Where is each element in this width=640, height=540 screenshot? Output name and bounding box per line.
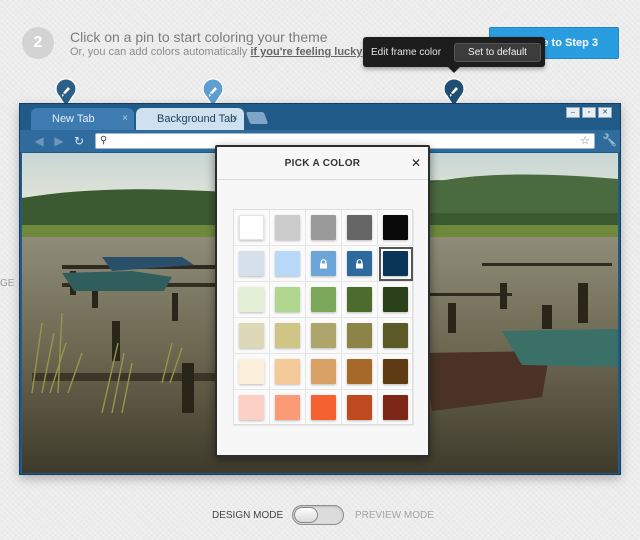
color-swatch-cell[interactable]: [306, 390, 342, 426]
color-swatch-cell[interactable]: [306, 354, 342, 390]
color-swatch-cell[interactable]: [378, 210, 414, 246]
tab-new-tab[interactable]: New Tab ×: [31, 108, 134, 130]
color-swatch-cell[interactable]: [234, 318, 270, 354]
design-mode-label: DESIGN MODE: [212, 510, 284, 521]
feeling-lucky-link[interactable]: if you're feeling lucky: [250, 46, 362, 58]
minimize-icon[interactable]: –: [566, 107, 580, 118]
mode-toggle-switch[interactable]: [292, 505, 344, 525]
color-swatch: [347, 251, 372, 276]
tab-label: New Tab: [52, 113, 95, 125]
set-to-default-button[interactable]: Set to default: [454, 42, 541, 62]
tab-label: Background Tab: [157, 113, 237, 125]
color-swatch: [383, 359, 408, 384]
color-swatch: [239, 251, 264, 276]
tooltip-label: Edit frame color: [371, 46, 442, 58]
color-swatch: [239, 359, 264, 384]
new-tab-button[interactable]: [245, 112, 269, 124]
color-swatch: [347, 215, 372, 240]
color-swatch-cell[interactable]: [342, 318, 378, 354]
close-icon[interactable]: ✕: [411, 156, 421, 170]
color-swatch: [311, 215, 336, 240]
lock-icon: [356, 258, 363, 268]
color-swatch: [275, 359, 300, 384]
color-swatch-cell[interactable]: [234, 246, 270, 282]
color-swatch: [239, 215, 264, 240]
color-swatch: [239, 395, 264, 420]
color-swatch: [347, 287, 372, 312]
color-swatch: [275, 323, 300, 348]
subtitle-prefix: Or, you can add colors automatically: [70, 46, 251, 58]
color-swatch-cell[interactable]: [342, 210, 378, 246]
color-swatch-cell[interactable]: [378, 318, 414, 354]
color-swatch: [275, 395, 300, 420]
search-icon: ⚲: [100, 135, 108, 146]
step-subtitle: Or, you can add colors automatically if …: [70, 46, 362, 58]
color-swatch: [383, 287, 408, 312]
color-swatch-cell[interactable]: [306, 318, 342, 354]
maximize-icon[interactable]: ▫: [582, 107, 596, 118]
color-swatch: [275, 251, 300, 276]
color-swatch: [383, 215, 408, 240]
color-swatch-cell[interactable]: [270, 282, 306, 318]
wrench-icon[interactable]: 🔧: [602, 133, 617, 147]
edit-frame-color-tooltip: Edit frame color Set to default: [363, 37, 545, 73]
color-swatch: [311, 287, 336, 312]
color-swatch: [239, 323, 264, 348]
color-swatch: [311, 251, 336, 276]
color-swatch-grid: [233, 209, 414, 426]
color-swatch-cell[interactable]: [306, 282, 342, 318]
close-icon[interactable]: ×: [232, 108, 238, 130]
color-swatch-cell[interactable]: [234, 282, 270, 318]
color-swatch-cell[interactable]: [342, 390, 378, 426]
close-icon[interactable]: ×: [122, 108, 128, 130]
color-swatch-cell[interactable]: [234, 390, 270, 426]
toggle-knob: [294, 507, 318, 523]
forward-arrow-icon[interactable]: ▶: [52, 134, 66, 148]
back-arrow-icon[interactable]: ◀: [32, 134, 46, 148]
color-swatch: [239, 287, 264, 312]
window-close-icon[interactable]: ✕: [598, 107, 612, 118]
color-swatch: [311, 359, 336, 384]
color-swatch-cell[interactable]: [378, 390, 414, 426]
color-swatch: [275, 287, 300, 312]
pick-a-color-dialog: PICK A COLOR ✕: [215, 145, 430, 457]
color-swatch: [311, 323, 336, 348]
color-swatch: [311, 395, 336, 420]
color-swatch: [383, 395, 408, 420]
color-swatch-cell[interactable]: [306, 210, 342, 246]
color-swatch: [347, 359, 372, 384]
color-swatch: [347, 323, 372, 348]
color-swatch-cell[interactable]: [306, 246, 342, 282]
color-swatch-cell[interactable]: [270, 390, 306, 426]
preview-mode-label[interactable]: PREVIEW MODE: [355, 510, 434, 521]
lock-icon: [320, 258, 327, 268]
color-swatch-cell-selected[interactable]: [378, 246, 414, 282]
tooltip-arrow: [448, 67, 460, 73]
color-swatch: [383, 251, 408, 276]
bookmark-star-icon[interactable]: ☆: [580, 134, 590, 147]
color-swatch-cell[interactable]: [234, 354, 270, 390]
reload-icon[interactable]: ↻: [72, 134, 86, 148]
picker-title: PICK A COLOR: [217, 147, 428, 180]
color-swatch-cell[interactable]: [270, 246, 306, 282]
step-number-badge: 2: [22, 27, 54, 59]
color-swatch-cell[interactable]: [270, 354, 306, 390]
color-swatch-cell[interactable]: [234, 210, 270, 246]
color-swatch: [275, 215, 300, 240]
color-swatch: [383, 323, 408, 348]
color-swatch-cell[interactable]: [378, 354, 414, 390]
color-swatch-cell[interactable]: [342, 246, 378, 282]
color-swatch: [347, 395, 372, 420]
color-swatch-cell[interactable]: [378, 282, 414, 318]
edge-text: GE: [0, 278, 15, 289]
step-title: Click on a pin to start coloring your th…: [70, 29, 328, 45]
color-swatch-cell[interactable]: [342, 282, 378, 318]
tab-background-tab[interactable]: Background Tab ×: [136, 108, 244, 130]
color-swatch-cell[interactable]: [270, 318, 306, 354]
color-swatch-cell[interactable]: [270, 210, 306, 246]
color-swatch-cell[interactable]: [342, 354, 378, 390]
